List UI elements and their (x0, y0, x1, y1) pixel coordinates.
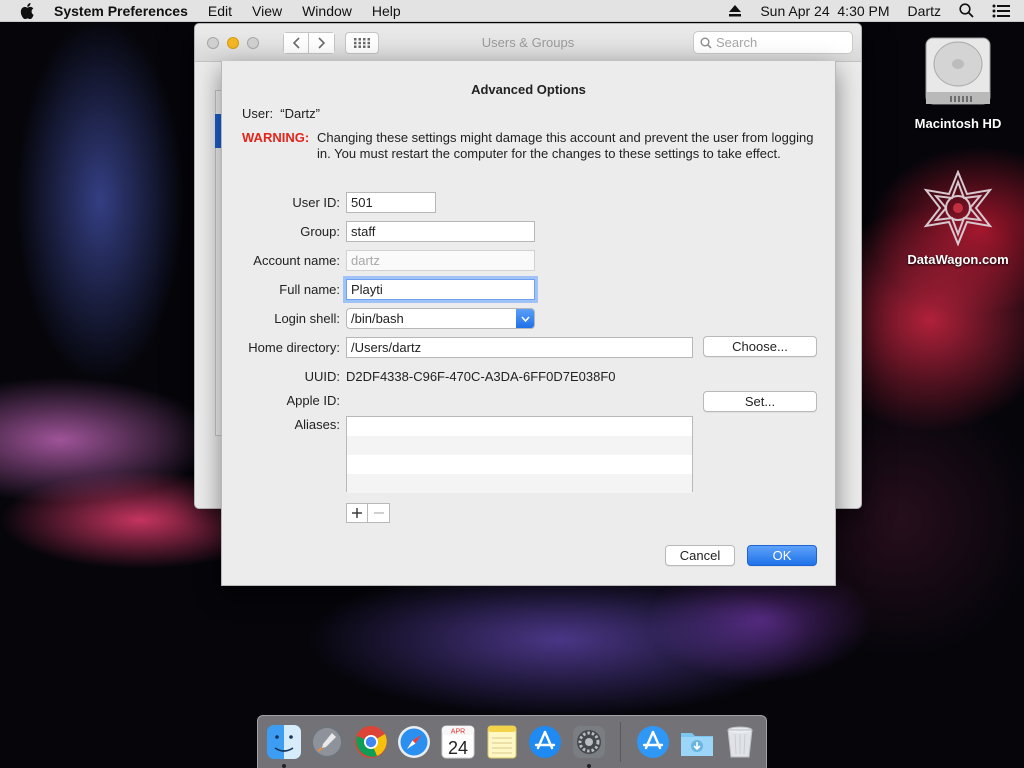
full-name-field[interactable] (346, 279, 535, 300)
desktop-icon-macintosh-hd[interactable]: Macintosh HD (898, 34, 1018, 131)
ok-button[interactable]: OK (747, 545, 817, 566)
alias-add-remove-group (346, 503, 390, 523)
chevron-left-icon (292, 36, 300, 49)
uuid-value: D2DF4338-C96F-470C-A3DA-6FF0D7E038F0 (346, 369, 616, 384)
calendar-day: 24 (448, 738, 468, 758)
downloads-folder-icon (680, 733, 713, 756)
menu-window[interactable]: Window (302, 3, 352, 19)
set-apple-id-button[interactable]: Set... (703, 391, 817, 412)
minus-icon (373, 512, 384, 514)
aliases-list[interactable] (346, 416, 693, 493)
home-directory-field[interactable] (346, 337, 693, 358)
search-field[interactable] (693, 31, 853, 54)
eject-icon[interactable] (728, 4, 742, 17)
window-close-button[interactable] (207, 36, 219, 49)
menu-help[interactable]: Help (372, 3, 401, 19)
dock-item-trash[interactable] (720, 722, 760, 762)
app-store-icon (529, 726, 562, 758)
warning-text: Changing these settings might damage thi… (317, 130, 814, 161)
search-icon (700, 37, 712, 49)
dock-item-safari[interactable] (395, 722, 435, 762)
list-item[interactable] (347, 474, 692, 493)
desktop-icon-datawagon[interactable]: DataWagon.com (898, 169, 1018, 267)
sheet-title: Advanced Options (471, 82, 586, 97)
launchpad-icon (310, 725, 345, 759)
remove-alias-button[interactable] (368, 503, 390, 523)
login-shell-select[interactable]: /bin/bash (346, 308, 535, 329)
dock-item-downloads[interactable] (677, 722, 717, 762)
menu-app-name[interactable]: System Preferences (54, 3, 188, 19)
finder-icon (266, 725, 301, 759)
dock-item-app-store-downloads[interactable] (633, 722, 673, 762)
desktop-icon-label: Macintosh HD (914, 116, 1002, 131)
dock-item-chrome[interactable] (351, 722, 391, 762)
search-input[interactable] (716, 35, 836, 50)
menu-clock[interactable]: Sun Apr 24 4:30 PM (760, 3, 889, 19)
dock-item-finder[interactable] (264, 722, 304, 768)
dock: APR 24 (257, 715, 767, 768)
uuid-label: UUID: (304, 369, 340, 384)
dock-item-app-store[interactable] (525, 722, 565, 762)
list-item[interactable] (347, 417, 692, 436)
menu-edit[interactable]: Edit (208, 3, 232, 19)
menu-bar: System Preferences Edit View Window Help… (0, 0, 1024, 22)
menu-view[interactable]: View (252, 3, 282, 19)
add-alias-button[interactable] (346, 503, 368, 523)
chevron-right-icon (317, 36, 325, 49)
window-titlebar: Users & Groups (195, 24, 861, 62)
desktop-icon-label: DataWagon.com (907, 252, 1009, 267)
plus-icon (352, 508, 362, 518)
calendar-icon: APR 24 (441, 725, 475, 759)
app-store-icon (637, 726, 670, 758)
account-name-field (346, 250, 535, 271)
grid-icon (354, 37, 370, 48)
safari-icon (398, 726, 431, 758)
cancel-button[interactable]: Cancel (665, 545, 735, 566)
dock-item-notes[interactable] (482, 722, 522, 762)
list-item[interactable] (347, 455, 692, 474)
warning-label: WARNING: (242, 130, 310, 145)
system-preferences-icon (572, 726, 605, 758)
star-logo-icon (920, 169, 996, 247)
dock-item-launchpad[interactable] (308, 722, 348, 762)
aliases-label: Aliases: (294, 417, 340, 432)
back-button[interactable] (283, 31, 309, 54)
spotlight-search-icon[interactable] (959, 3, 974, 18)
account-name-label: Account name: (253, 253, 340, 268)
chevron-down-icon (516, 309, 534, 328)
user-id-label: User ID: (292, 195, 340, 210)
full-name-label: Full name: (279, 282, 340, 297)
notes-icon (487, 725, 516, 759)
group-label: Group: (300, 224, 340, 239)
trash-icon (727, 726, 753, 758)
user-line: User: “Dartz” (242, 106, 320, 121)
window-minimize-button[interactable] (227, 36, 239, 49)
forward-button[interactable] (309, 31, 335, 54)
chrome-icon (354, 726, 387, 758)
hard-drive-icon (920, 34, 996, 110)
dock-item-system-preferences[interactable] (569, 722, 609, 768)
apple-menu-icon[interactable] (20, 2, 38, 20)
group-field[interactable] (346, 221, 535, 242)
dock-item-calendar[interactable]: APR 24 (438, 722, 478, 762)
choose-button[interactable]: Choose... (703, 336, 817, 357)
user-id-field[interactable] (346, 192, 436, 213)
back-forward-group (283, 31, 335, 54)
advanced-options-sheet: Advanced Options User: “Dartz” WARNING: … (221, 61, 836, 586)
notification-center-icon[interactable] (992, 4, 1010, 18)
dock-separator (620, 722, 622, 762)
home-directory-label: Home directory: (248, 340, 340, 355)
calendar-month: APR (451, 729, 465, 736)
window-zoom-button[interactable] (247, 36, 259, 49)
list-item[interactable] (347, 436, 692, 455)
login-shell-value: /bin/bash (351, 311, 404, 326)
login-shell-label: Login shell: (274, 311, 340, 326)
show-all-button[interactable] (345, 31, 379, 54)
menu-user[interactable]: Dartz (908, 3, 941, 19)
apple-id-label: Apple ID: (286, 393, 340, 408)
